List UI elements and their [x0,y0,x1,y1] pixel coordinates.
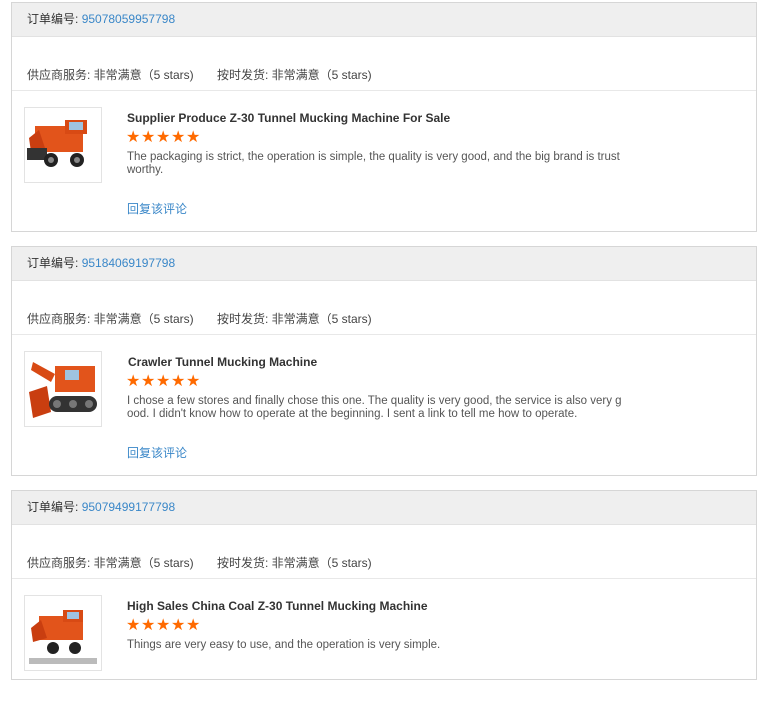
product-review: Crawler Tunnel Mucking Machine ★★★★★ I c… [12,335,756,475]
order-number-link[interactable]: 95184069197798 [82,256,175,270]
order-label: 订单编号: [27,12,79,26]
reply-link[interactable]: 回复该评论 [127,444,187,461]
star-icon: ★ [141,373,156,390]
star-icon: ★ [156,373,171,390]
product-title[interactable]: Crawler Tunnel Mucking Machine [128,355,317,369]
star-icon: ★ [171,129,186,146]
product-title[interactable]: High Sales China Coal Z-30 Tunnel Muckin… [127,599,428,613]
star-rating: ★★★★★ [126,615,201,635]
product-thumbnail[interactable] [24,595,102,671]
supplier-service-rating: 供应商服务: 非常满意（5 stars) [27,312,194,326]
star-icon: ★ [156,617,171,634]
star-icon: ★ [171,373,186,390]
star-rating: ★★★★★ [126,127,201,147]
delivery-rating: 按时发货: 非常满意（5 stars) [217,556,372,570]
order-header: 订单编号: 95184069197798 [12,247,756,281]
order-number-link[interactable]: 95079499177798 [82,500,175,514]
supplier-service-rating: 供应商服务: 非常满意（5 stars) [27,556,194,570]
review-card: 订单编号: 95184069197798 供应商服务: 非常满意（5 stars… [11,246,757,476]
product-review: Supplier Produce Z-30 Tunnel Mucking Mac… [12,91,756,231]
star-icon: ★ [186,373,201,390]
order-label: 订单编号: [27,500,79,514]
reply-link[interactable]: 回复该评论 [127,200,187,217]
delivery-rating: 按时发货: 非常满意（5 stars) [217,312,372,326]
star-icon: ★ [126,617,141,634]
star-icon: ★ [126,129,141,146]
ratings-row: 供应商服务: 非常满意（5 stars) 按时发货: 非常满意（5 stars) [12,37,756,91]
star-icon: ★ [141,617,156,634]
star-icon: ★ [156,129,171,146]
product-thumbnail[interactable] [24,107,102,183]
order-header: 订单编号: 95078059957798 [12,3,756,37]
review-comment: I chose a few stores and finally chose t… [127,395,622,420]
star-rating: ★★★★★ [126,371,201,391]
product-review: High Sales China Coal Z-30 Tunnel Muckin… [12,579,756,719]
star-icon: ★ [126,373,141,390]
order-header: 订单编号: 95079499177798 [12,491,756,525]
product-title[interactable]: Supplier Produce Z-30 Tunnel Mucking Mac… [127,111,450,125]
order-label: 订单编号: [27,256,79,270]
order-number-link[interactable]: 95078059957798 [82,12,175,26]
ratings-row: 供应商服务: 非常满意（5 stars) 按时发货: 非常满意（5 stars) [12,281,756,335]
product-thumbnail[interactable] [24,351,102,427]
delivery-rating: 按时发货: 非常满意（5 stars) [217,68,372,82]
star-icon: ★ [186,617,201,634]
review-comment: Things are very easy to use, and the ope… [127,639,441,651]
ratings-row: 供应商服务: 非常满意（5 stars) 按时发货: 非常满意（5 stars) [12,525,756,579]
review-card: 订单编号: 95079499177798 供应商服务: 非常满意（5 stars… [11,490,757,680]
star-icon: ★ [171,617,186,634]
review-comment: The packaging is strict, the operation i… [127,151,620,176]
supplier-service-rating: 供应商服务: 非常满意（5 stars) [27,68,194,82]
review-card: 订单编号: 95078059957798 供应商服务: 非常满意（5 stars… [11,2,757,232]
star-icon: ★ [141,129,156,146]
star-icon: ★ [186,129,201,146]
